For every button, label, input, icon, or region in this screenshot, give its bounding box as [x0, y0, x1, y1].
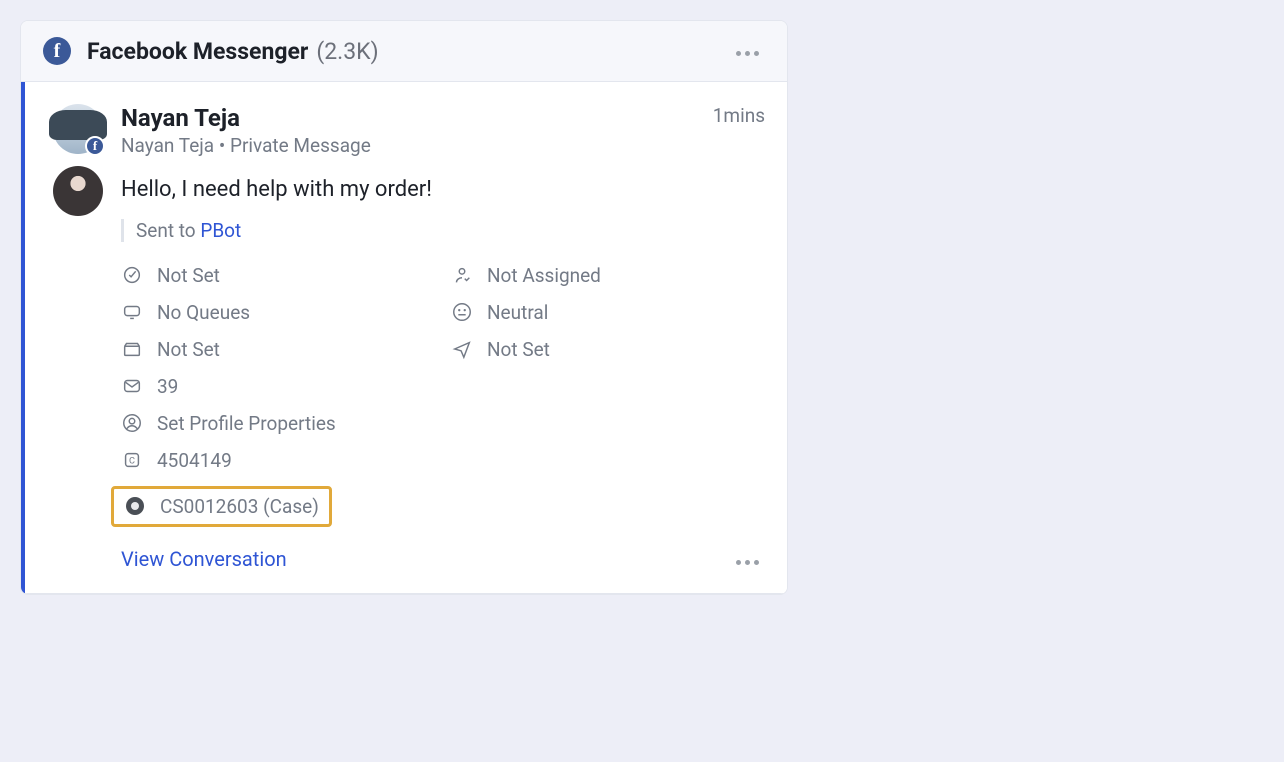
meta-priority-value: Not Set [157, 264, 220, 287]
queues-icon [121, 301, 143, 323]
assignee-icon [451, 264, 473, 286]
view-conversation-link[interactable]: View Conversation [121, 547, 287, 571]
meta-count[interactable]: 39 [121, 375, 765, 398]
sent-to-line: Sent to PBot [121, 219, 765, 242]
meta-priority[interactable]: Not Set [121, 264, 435, 287]
channel-name: Facebook Messenger [87, 38, 308, 65]
conversation-card[interactable]: f Nayan Teja Nayan Teja • Private Messag… [21, 82, 787, 594]
meta-profile-value: Set Profile Properties [157, 412, 336, 435]
meta-destination-value: Not Set [487, 338, 550, 361]
linked-case-icon [124, 495, 146, 517]
thread-more-button[interactable] [730, 554, 765, 571]
avatar-column: f [53, 104, 103, 571]
facebook-badge-icon: f [85, 136, 105, 156]
envelope-icon [121, 375, 143, 397]
priority-icon [121, 264, 143, 286]
conversation-avatar: f [53, 104, 103, 154]
facebook-icon: f [43, 37, 71, 65]
conversation-content: Nayan Teja Nayan Teja • Private Message … [121, 104, 765, 571]
meta-linked-case[interactable]: CS0012603 (Case) [121, 486, 765, 527]
inbox-panel: f Facebook Messenger (2.3K) f Nayan Teja… [20, 20, 788, 595]
more-options-button[interactable] [730, 45, 765, 62]
meta-linked-case-value: CS0012603 (Case) [160, 495, 319, 518]
meta-product-value: Not Set [157, 338, 220, 361]
meta-grid: Not Set Not Assigned No Queues [121, 264, 765, 527]
sender-subtitle: Nayan Teja • Private Message [121, 134, 713, 157]
meta-sentiment[interactable]: Neutral [451, 301, 765, 324]
meta-sentiment-value: Neutral [487, 301, 548, 324]
sent-to-target[interactable]: PBot [200, 219, 241, 242]
sender-avatar [53, 166, 103, 216]
sender-name: Nayan Teja [121, 104, 713, 132]
meta-assignee[interactable]: Not Assigned [451, 264, 765, 287]
case-id-icon: C [121, 449, 143, 471]
meta-product[interactable]: Not Set [121, 338, 435, 361]
svg-text:C: C [129, 457, 135, 467]
channel-count: (2.3K) [316, 38, 378, 65]
meta-case-id[interactable]: C 4504149 [121, 449, 765, 472]
meta-assignee-value: Not Assigned [487, 264, 601, 287]
sentiment-icon [451, 301, 473, 323]
meta-count-value: 39 [157, 375, 178, 398]
profile-icon [121, 412, 143, 434]
meta-profile[interactable]: Set Profile Properties [121, 412, 765, 435]
meta-case-id-value: 4504149 [157, 449, 232, 472]
meta-queues[interactable]: No Queues [121, 301, 435, 324]
panel-header: f Facebook Messenger (2.3K) [21, 21, 787, 82]
time-label: 1mins [713, 104, 765, 127]
meta-queues-value: No Queues [157, 301, 250, 324]
send-icon [451, 338, 473, 360]
sent-to-prefix: Sent to [136, 219, 200, 242]
product-icon [121, 338, 143, 360]
message-text: Hello, I need help with my order! [121, 175, 765, 205]
meta-destination[interactable]: Not Set [451, 338, 765, 361]
